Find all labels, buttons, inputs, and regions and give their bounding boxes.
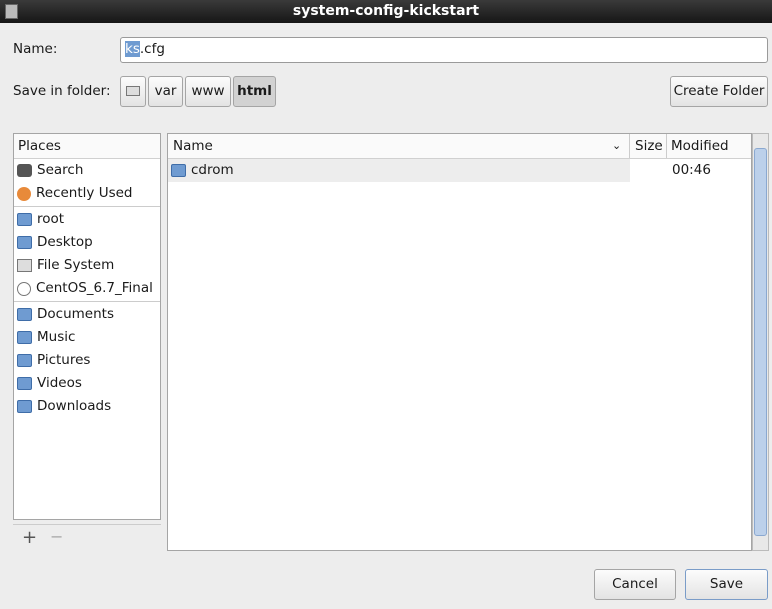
save-button[interactable]: Save <box>685 569 768 600</box>
name-selected-text: ks <box>125 41 140 57</box>
separator <box>14 301 160 302</box>
scrollbar-thumb[interactable] <box>754 148 767 536</box>
music-folder-icon <box>17 331 32 344</box>
column-modified[interactable]: Modified <box>667 134 751 158</box>
sort-chevron-down-icon: ⌄ <box>612 139 622 152</box>
file-row[interactable]: cdrom 00:46 <box>168 159 711 182</box>
sidebar-item-label: Downloads <box>37 398 112 414</box>
binoculars-icon <box>17 164 32 177</box>
name-label: Name: <box>13 41 58 57</box>
title-bar: system-config-kickstart <box>0 0 772 23</box>
crumb-var[interactable]: var <box>148 76 183 107</box>
sidebar-item-file-system[interactable]: File System <box>14 254 160 277</box>
file-name: cdrom <box>191 162 234 178</box>
name-text: .cfg <box>139 41 165 57</box>
sidebar-item-videos[interactable]: Videos <box>14 372 160 395</box>
sidebar-item-desktop[interactable]: Desktop <box>14 231 160 254</box>
file-list: Name Size Modified ⌄ cdrom 00:46 <box>167 133 752 551</box>
file-modified: 00:46 <box>672 162 711 178</box>
column-size[interactable]: Size <box>630 134 667 158</box>
save-in-folder-label: Save in folder: <box>13 83 111 99</box>
column-name[interactable]: Name <box>168 134 630 158</box>
recent-icon <box>17 186 31 201</box>
places-pane: Places Search Recently Used root Desktop Fil… <box>13 133 161 520</box>
sidebar-item-label: CentOS_6.7_Final <box>36 280 153 296</box>
pictures-folder-icon <box>17 354 32 367</box>
sidebar-item-centos-6-7-final[interactable]: CentOS_6.7_Final <box>14 277 160 300</box>
app-icon <box>5 4 18 19</box>
sidebar-item-documents[interactable]: Documents <box>14 303 160 326</box>
sidebar-item-downloads[interactable]: Downloads <box>14 395 160 418</box>
places-header: Places <box>14 134 160 159</box>
separator <box>14 206 160 207</box>
crumb-html[interactable]: html <box>233 76 276 107</box>
name-input[interactable]: ks.cfg <box>120 37 768 63</box>
add-bookmark-button[interactable]: + <box>22 527 37 548</box>
videos-folder-icon <box>17 377 32 390</box>
create-folder-button[interactable]: Create Folder <box>670 76 768 107</box>
window-title: system-config-kickstart <box>292 3 480 19</box>
crumb-www[interactable]: www <box>185 76 231 107</box>
folder-icon <box>171 164 186 177</box>
sidebar-item-label: Documents <box>37 306 114 322</box>
sidebar-item-label: Music <box>37 329 76 345</box>
sidebar-item-recently-used[interactable]: Recently Used <box>14 182 160 205</box>
disc-icon <box>17 281 31 296</box>
sidebar-item-label: Search <box>37 162 84 178</box>
remove-bookmark-button[interactable]: − <box>50 527 63 546</box>
cancel-button[interactable]: Cancel <box>594 569 676 600</box>
sidebar-item-music[interactable]: Music <box>14 326 160 349</box>
home-folder-icon <box>17 213 32 226</box>
sidebar-item-search[interactable]: Search <box>14 159 160 182</box>
sidebar-item-label: Desktop <box>37 234 93 250</box>
desktop-folder-icon <box>17 236 32 249</box>
documents-folder-icon <box>17 308 32 321</box>
sidebar-item-root[interactable]: root <box>14 208 160 231</box>
sidebar-item-pictures[interactable]: Pictures <box>14 349 160 372</box>
drive-icon <box>17 259 32 272</box>
sidebar-item-label: Recently Used <box>36 185 133 201</box>
sidebar-item-label: Pictures <box>37 352 91 368</box>
crumb-drive-button[interactable] <box>120 76 146 107</box>
drive-icon <box>126 86 140 96</box>
sidebar-item-label: File System <box>37 257 115 273</box>
sidebar-item-label: root <box>37 211 65 227</box>
scrollbar[interactable] <box>752 133 769 551</box>
sidebar-item-label: Videos <box>37 375 82 391</box>
downloads-folder-icon <box>17 400 32 413</box>
